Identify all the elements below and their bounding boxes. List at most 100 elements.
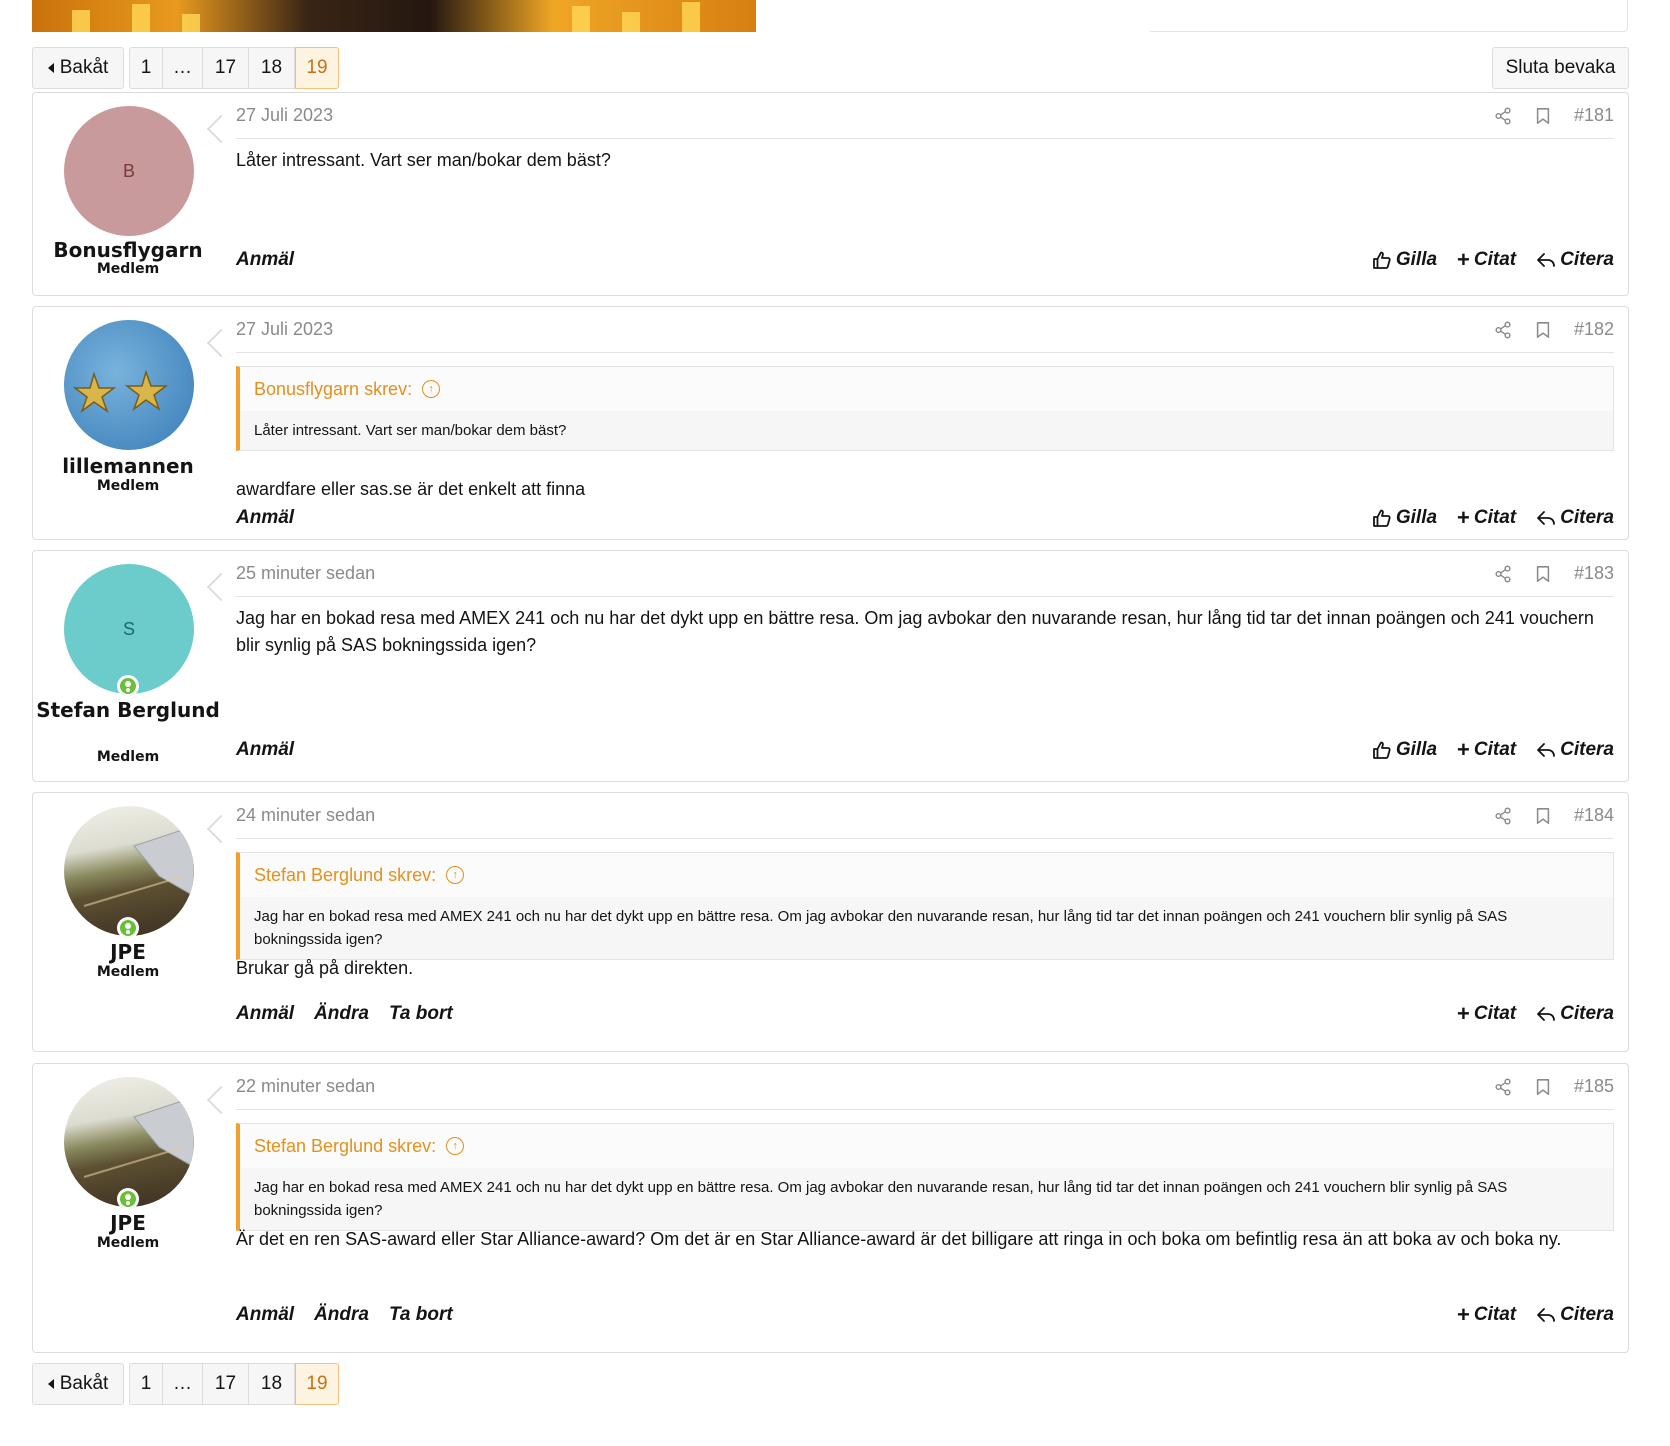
edit-link[interactable]: Ändra bbox=[314, 1304, 369, 1326]
multiquote-button[interactable]: + Citat bbox=[1457, 1304, 1516, 1326]
post-number[interactable]: #183 bbox=[1574, 563, 1614, 584]
pagination-bottom: Bakåt 1 … 17 18 19 bbox=[32, 1363, 339, 1405]
username[interactable]: JPE bbox=[33, 939, 223, 965]
reply-button[interactable]: Citera bbox=[1536, 1003, 1614, 1025]
share-icon[interactable] bbox=[1494, 321, 1512, 339]
back-button[interactable]: Bakåt bbox=[32, 1363, 124, 1405]
online-status-icon bbox=[117, 675, 139, 697]
quote-text: Låter intressant. Vart ser man/bokar dem… bbox=[254, 422, 567, 439]
thread-info-box bbox=[1150, 0, 1628, 32]
post-body: awardfare eller sas.se är det enkelt att… bbox=[236, 479, 586, 499]
report-link[interactable]: Anmäl bbox=[236, 739, 294, 761]
page-link-18[interactable]: 18 bbox=[249, 47, 295, 89]
page-ellipsis[interactable]: … bbox=[163, 1363, 203, 1405]
arrow-up-circle-icon: ↑ bbox=[422, 380, 441, 398]
post-number[interactable]: #185 bbox=[1574, 1076, 1614, 1097]
user-role: Medlem bbox=[96, 478, 160, 494]
reply-icon bbox=[1536, 740, 1556, 760]
post-header: 22 minuter sedan #185 bbox=[236, 1064, 1614, 1110]
user-role: Medlem bbox=[96, 1235, 160, 1251]
post-footer: Anmäl Ändra Ta bort + Citat Citera bbox=[236, 1300, 1614, 1330]
post-arrow bbox=[206, 1085, 236, 1115]
page-link-19-current[interactable]: 19 bbox=[295, 1363, 339, 1405]
page-link-17[interactable]: 17 bbox=[203, 1363, 249, 1405]
report-link[interactable]: Anmäl bbox=[236, 1304, 294, 1326]
reply-button[interactable]: Citera bbox=[1536, 507, 1614, 529]
post-182: lillemannen Medlem 27 Juli 2023 #182 Bon… bbox=[32, 306, 1629, 540]
unwatch-button[interactable]: Sluta bevaka bbox=[1492, 47, 1629, 89]
bookmark-icon[interactable] bbox=[1534, 807, 1552, 825]
post-number[interactable]: #184 bbox=[1574, 805, 1614, 826]
username[interactable]: JPE bbox=[33, 1210, 223, 1236]
post-date[interactable]: 22 minuter sedan bbox=[236, 1076, 1494, 1097]
report-link[interactable]: Anmäl bbox=[236, 249, 294, 271]
avatar[interactable]: B bbox=[64, 106, 194, 236]
like-button[interactable]: Gilla bbox=[1372, 739, 1437, 761]
username[interactable]: Stefan Berglund bbox=[33, 697, 223, 723]
username[interactable]: lillemannen bbox=[33, 453, 223, 479]
post-number[interactable]: #182 bbox=[1574, 319, 1614, 340]
post-header: 27 Juli 2023 #182 bbox=[236, 307, 1614, 353]
reply-button[interactable]: Citera bbox=[1536, 1304, 1614, 1326]
user-role: Medlem bbox=[96, 261, 160, 277]
quote-block: Bonusflygarn skrev: ↑ Låter intressant. V… bbox=[236, 366, 1614, 451]
online-status-icon bbox=[117, 1188, 139, 1210]
multiquote-button[interactable]: + Citat bbox=[1457, 1003, 1516, 1025]
share-icon[interactable] bbox=[1494, 1078, 1512, 1096]
post-date[interactable]: 25 minuter sedan bbox=[236, 563, 1494, 584]
quote-block: Stefan Berglund skrev: ↑ Jag har en bokad… bbox=[236, 852, 1614, 960]
reply-button[interactable]: Citera bbox=[1536, 249, 1614, 271]
quote-text: Jag har en bokad resa med AMEX 241 och n… bbox=[254, 1179, 1508, 1219]
reply-icon bbox=[1536, 508, 1556, 528]
delete-link[interactable]: Ta bort bbox=[389, 1003, 453, 1025]
post-arrow bbox=[206, 572, 236, 602]
page-link-17[interactable]: 17 bbox=[203, 47, 249, 89]
post-number[interactable]: #181 bbox=[1574, 105, 1614, 126]
avatar[interactable] bbox=[64, 320, 194, 450]
thread-banner-image bbox=[32, 0, 756, 32]
share-icon[interactable] bbox=[1494, 107, 1512, 125]
like-button[interactable]: Gilla bbox=[1372, 507, 1437, 529]
quote-header[interactable]: Stefan Berglund skrev: ↑ bbox=[240, 1124, 1613, 1168]
quote-block: Stefan Berglund skrev: ↑ Jag har en bokad… bbox=[236, 1123, 1614, 1231]
share-icon[interactable] bbox=[1494, 807, 1512, 825]
bookmark-icon[interactable] bbox=[1534, 107, 1552, 125]
post-body: Jag har en bokad resa med AMEX 241 och n… bbox=[236, 608, 1594, 655]
edit-link[interactable]: Ändra bbox=[314, 1003, 369, 1025]
share-icon[interactable] bbox=[1494, 565, 1512, 583]
like-button[interactable]: Gilla bbox=[1372, 249, 1437, 271]
post-body: Brukar gå på direkten. bbox=[236, 958, 414, 978]
plus-icon: + bbox=[1457, 247, 1470, 272]
page-ellipsis[interactable]: … bbox=[163, 47, 203, 89]
post-header: 25 minuter sedan #183 bbox=[236, 551, 1614, 597]
caret-left-icon bbox=[47, 1379, 54, 1389]
post-date[interactable]: 24 minuter sedan bbox=[236, 805, 1494, 826]
post-footer: Anmäl Gilla + Citat Citera bbox=[236, 735, 1614, 765]
caret-left-icon bbox=[47, 63, 54, 73]
username[interactable]: Bonusflygarn bbox=[33, 237, 223, 263]
multiquote-button[interactable]: + Citat bbox=[1457, 739, 1516, 761]
post-date[interactable]: 27 Juli 2023 bbox=[236, 105, 1494, 126]
report-link[interactable]: Anmäl bbox=[236, 507, 294, 529]
quote-header[interactable]: Bonusflygarn skrev: ↑ bbox=[240, 367, 1613, 411]
report-link[interactable]: Anmäl bbox=[236, 1003, 294, 1025]
back-button[interactable]: Bakåt bbox=[32, 47, 124, 89]
user-role: Medlem bbox=[96, 749, 160, 765]
multiquote-button[interactable]: + Citat bbox=[1457, 249, 1516, 271]
thumbs-up-icon bbox=[1372, 740, 1392, 760]
bookmark-icon[interactable] bbox=[1534, 1078, 1552, 1096]
plus-icon: + bbox=[1457, 505, 1470, 530]
post-date[interactable]: 27 Juli 2023 bbox=[236, 319, 1494, 340]
quote-header[interactable]: Stefan Berglund skrev: ↑ bbox=[240, 853, 1613, 897]
bookmark-icon[interactable] bbox=[1534, 565, 1552, 583]
page-link-18[interactable]: 18 bbox=[249, 1363, 295, 1405]
page-link-1[interactable]: 1 bbox=[129, 47, 163, 89]
multiquote-button[interactable]: + Citat bbox=[1457, 507, 1516, 529]
post-header: 24 minuter sedan #184 bbox=[236, 793, 1614, 839]
delete-link[interactable]: Ta bort bbox=[389, 1304, 453, 1326]
page-link-1[interactable]: 1 bbox=[129, 1363, 163, 1405]
reply-button[interactable]: Citera bbox=[1536, 739, 1614, 761]
post-footer: Anmäl Ändra Ta bort + Citat Citera bbox=[236, 999, 1614, 1029]
page-link-19-current[interactable]: 19 bbox=[295, 47, 339, 89]
bookmark-icon[interactable] bbox=[1534, 321, 1552, 339]
